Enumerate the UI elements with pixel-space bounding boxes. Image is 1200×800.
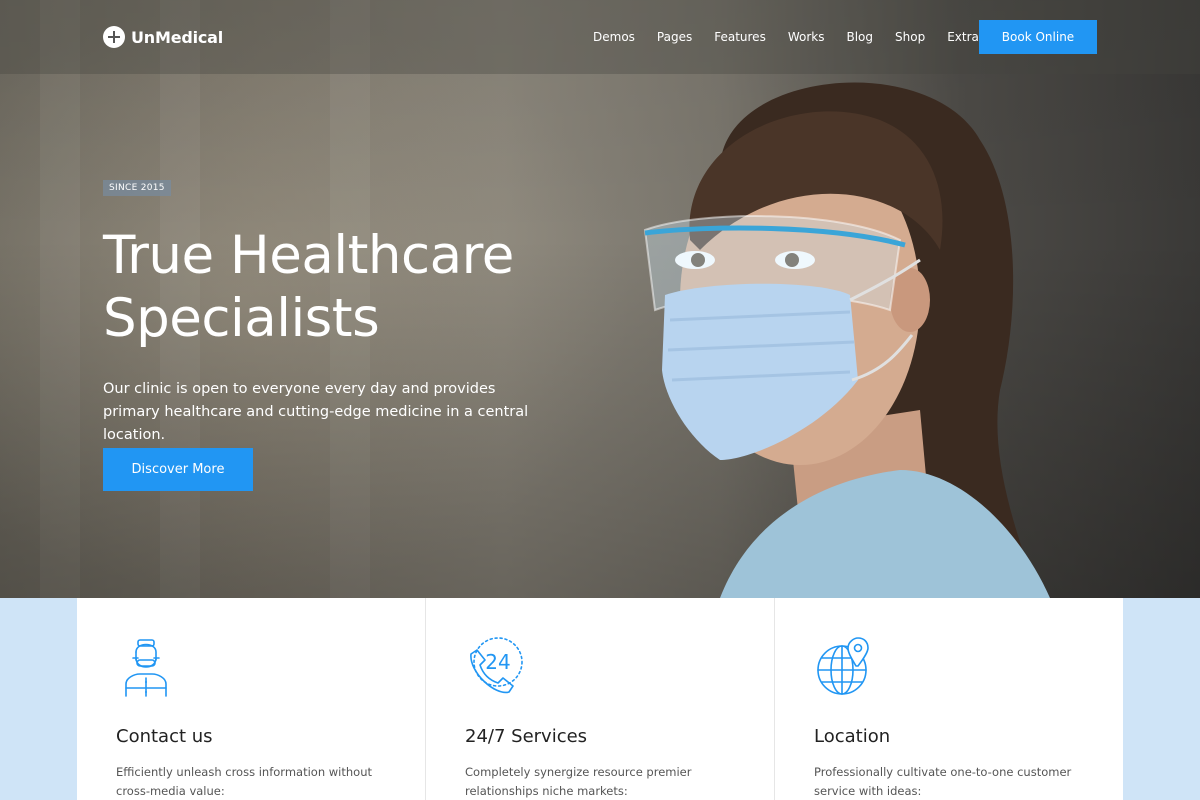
feature-card-contact: Contact us Efficiently unleash cross inf… bbox=[77, 598, 426, 800]
feature-cards: Contact us Efficiently unleash cross inf… bbox=[77, 598, 1123, 800]
globe-pin-icon bbox=[817, 637, 869, 695]
doctor-icon bbox=[125, 639, 167, 697]
hero-title: True Healthcare Specialists bbox=[103, 224, 563, 350]
hero-title-line: True Healthcare bbox=[103, 225, 514, 286]
nav-item-works[interactable]: Works bbox=[788, 30, 825, 44]
book-online-button[interactable]: Book Online bbox=[979, 20, 1097, 54]
feature-card-location: Location Professionally cultivate one-to… bbox=[775, 598, 1123, 800]
main-nav: Demos Pages Features Works Blog Shop Ext… bbox=[593, 30, 979, 44]
since-badge: SINCE 2015 bbox=[103, 180, 171, 196]
nav-item-blog[interactable]: Blog bbox=[846, 30, 873, 44]
nav-item-shop[interactable]: Shop bbox=[895, 30, 925, 44]
hero-portrait-image bbox=[643, 82, 1050, 598]
phone-24-icon: 24 bbox=[470, 637, 523, 694]
brand-name: UnMedical bbox=[131, 27, 224, 47]
brand-logo[interactable]: UnMedical bbox=[103, 26, 223, 48]
hero-description: Our clinic is open to everyone every day… bbox=[103, 381, 529, 443]
svg-text:24: 24 bbox=[485, 650, 510, 674]
nav-item-demos[interactable]: Demos bbox=[593, 30, 635, 44]
nav-item-features[interactable]: Features bbox=[714, 30, 766, 44]
card-description: Efficiently unleash cross information wi… bbox=[116, 765, 372, 798]
card-description: Completely synergize resource premier re… bbox=[465, 765, 692, 798]
discover-more-button[interactable]: Discover More bbox=[103, 448, 253, 491]
card-title: Location bbox=[814, 726, 891, 747]
card-description: Professionally cultivate one-to-one cust… bbox=[814, 765, 1072, 798]
nav-item-pages[interactable]: Pages bbox=[657, 30, 692, 44]
hero-title-line: Specialists bbox=[103, 288, 380, 349]
plus-icon bbox=[103, 26, 125, 48]
card-title: Contact us bbox=[116, 726, 213, 747]
feature-card-services: 24 24/7 Services Completely synergize re… bbox=[426, 598, 775, 800]
card-title: 24/7 Services bbox=[465, 726, 588, 747]
nav-item-extra[interactable]: Extra bbox=[947, 30, 979, 44]
